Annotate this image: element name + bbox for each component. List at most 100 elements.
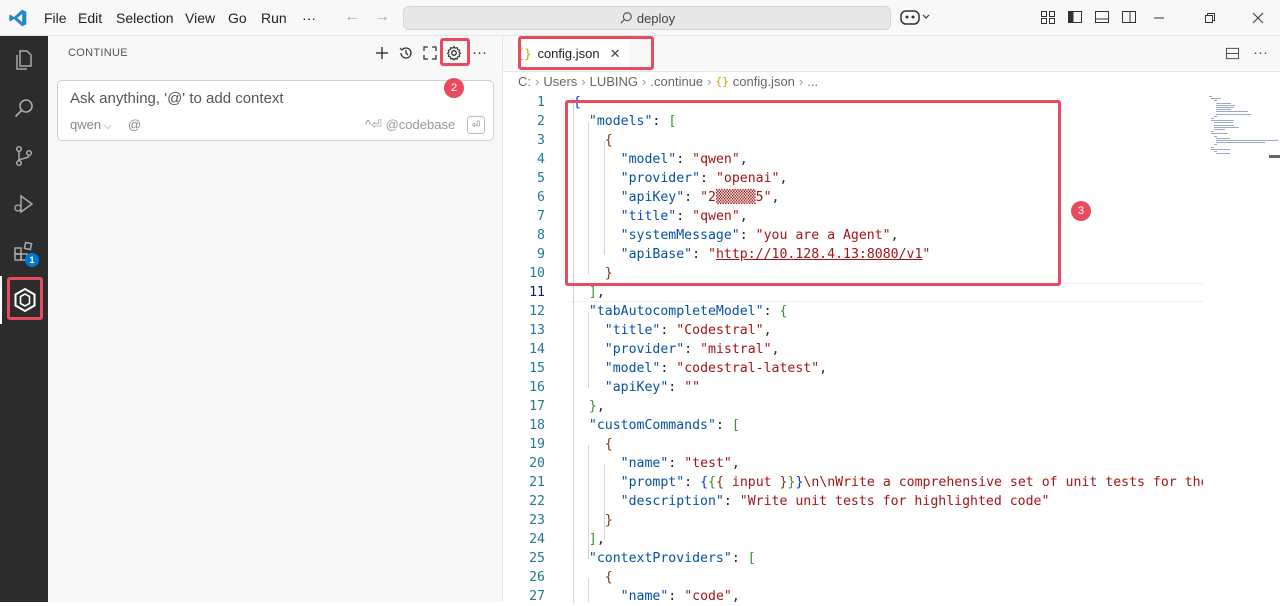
line-number: 14 [529,342,545,357]
activity-explorer[interactable] [0,36,48,84]
history-icon[interactable] [398,45,414,61]
minimap-line [1216,113,1252,115]
code-line[interactable]: 19 { [503,435,1203,454]
customize-layout-icon[interactable] [1040,9,1056,25]
new-session-plus-icon[interactable] [374,45,390,61]
breadcrumb-item[interactable]: .continue [650,74,703,89]
code-line[interactable]: 14 "provider": "mistral", [503,340,1203,359]
line-number: 1 [537,95,545,110]
editor-more-actions-icon[interactable]: ··· [1253,44,1268,61]
code-line[interactable]: 27 "name": "code", [503,587,1203,606]
fullscreen-icon[interactable] [422,45,438,61]
minimap-line [1216,142,1265,144]
command-center-search[interactable]: deploy [403,6,891,30]
minimap-line [1216,102,1231,104]
menu-file[interactable]: File [44,0,67,35]
annotation-box-1 [7,277,43,320]
line-number: 4 [537,152,545,167]
restore-icon [1205,12,1215,23]
sidebar-title: CONTINUE [68,47,128,59]
menu-edit[interactable]: Edit [78,0,102,35]
activity-source-control[interactable] [0,132,48,180]
code-line[interactable]: 15 "model": "codestral-latest", [503,359,1203,378]
codebase-shortcut-hint[interactable]: ^⏎ @codebase [365,117,455,133]
copilot-icon[interactable] [900,8,932,26]
line-number: 24 [529,532,545,547]
minimap[interactable] [1203,93,1280,602]
enter-submit-icon[interactable]: ⏎ [467,116,485,134]
code-text: "tabAutocompleteModel": { [588,304,788,319]
line-number: 7 [537,209,545,224]
code-line[interactable]: 24 ], [503,530,1203,549]
model-selector[interactable]: qwen ⌵ [70,117,111,132]
breadcrumb-item[interactable]: config.json [733,74,795,89]
line-number: 12 [529,304,545,319]
code-line[interactable]: 17 }, [503,397,1203,416]
chevron-right-icon: › [642,74,647,89]
search-icon [14,99,33,118]
line-number: 13 [529,323,545,338]
split-editor-icon[interactable] [1225,46,1240,61]
chat-input-placeholder[interactable]: Ask anything, '@' to add context [70,90,284,107]
code-line[interactable]: 26 { [503,568,1203,587]
code-line[interactable]: 22 "description": "Write unit tests for … [503,492,1203,511]
add-context-at-button[interactable]: @ [128,117,141,132]
toggle-primary-sidebar-icon[interactable] [1067,9,1083,25]
code-line[interactable]: 21 "prompt": {{{ input }}}\n\nWrite a co… [503,473,1224,492]
code-line[interactable]: 23 } [503,511,1203,530]
forward-arrow-icon[interactable]: → [374,8,390,26]
activity-search[interactable] [0,84,48,132]
code-line[interactable]: 12 "tabAutocompleteModel": { [503,302,1203,321]
minimap-line [1213,129,1225,130]
line-number: 15 [529,361,545,376]
breadcrumb: C: › Users › LUBING › .continue › {} config.… [518,74,818,89]
toggle-secondary-sidebar-icon[interactable] [1121,9,1137,25]
breadcrumb-item[interactable]: LUBING [590,74,638,89]
breadcrumb-item[interactable]: Users [543,74,577,89]
nav-arrows: ← → [344,8,390,26]
code-line[interactable]: 16 "apiKey": "" [503,378,1203,397]
close-icon [1252,12,1264,23]
minimize-button[interactable] [1153,0,1165,35]
more-actions-icon[interactable]: ··· [472,44,487,61]
code-text: ], [588,532,605,547]
code-text: "name": "test", [620,456,740,471]
menu-go[interactable]: Go [228,0,247,35]
code-line[interactable]: 13 "title": "Codestral", [503,321,1203,340]
line-number: 10 [529,266,545,281]
back-arrow-icon[interactable]: ← [344,8,360,26]
menu-more[interactable]: ··· [302,0,316,35]
close-window-button[interactable] [1252,0,1264,35]
activity-run-debug[interactable] [0,180,48,228]
breadcrumb-item[interactable]: C: [518,74,531,89]
line-number: 3 [537,133,545,148]
run-debug-icon [14,194,34,214]
line-number: 19 [529,437,545,452]
menu-view[interactable]: View [185,0,215,35]
code-line[interactable]: 18 "customCommands": [ [503,416,1203,435]
line-number: 18 [529,418,545,433]
minimap-line [1211,120,1234,122]
line-number: 6 [537,190,545,205]
line-number: 5 [537,171,545,186]
code-text: "prompt": {{{ input }}}\n\nWrite a compr… [620,475,1225,490]
search-text: deploy [636,10,676,26]
minimap-line [1213,135,1217,137]
menu-run[interactable]: Run [261,0,287,35]
chat-input-box[interactable]: Ask anything, '@' to add context qwen ⌵ … [57,80,494,141]
toggle-panel-icon[interactable] [1094,9,1110,25]
minimap-line [1216,111,1248,113]
activity-extensions[interactable] [0,228,48,276]
menu-selection[interactable]: Selection [116,0,174,35]
line-number: 11 [529,285,545,300]
code-text: { [604,570,613,585]
chevron-down-icon: ⌵ [101,121,112,132]
code-line[interactable]: 20 "name": "test", [503,454,1203,473]
code-line[interactable]: 25 "contextProviders": [ [503,549,1203,568]
minimap-line [1216,109,1231,111]
breadcrumb-item[interactable]: ... [807,74,818,89]
code-text: } [604,513,613,528]
code-text: "description": "Write unit tests for hig… [620,494,1050,509]
restore-button[interactable] [1204,0,1216,35]
scrollbar-thumb[interactable] [1269,155,1280,158]
